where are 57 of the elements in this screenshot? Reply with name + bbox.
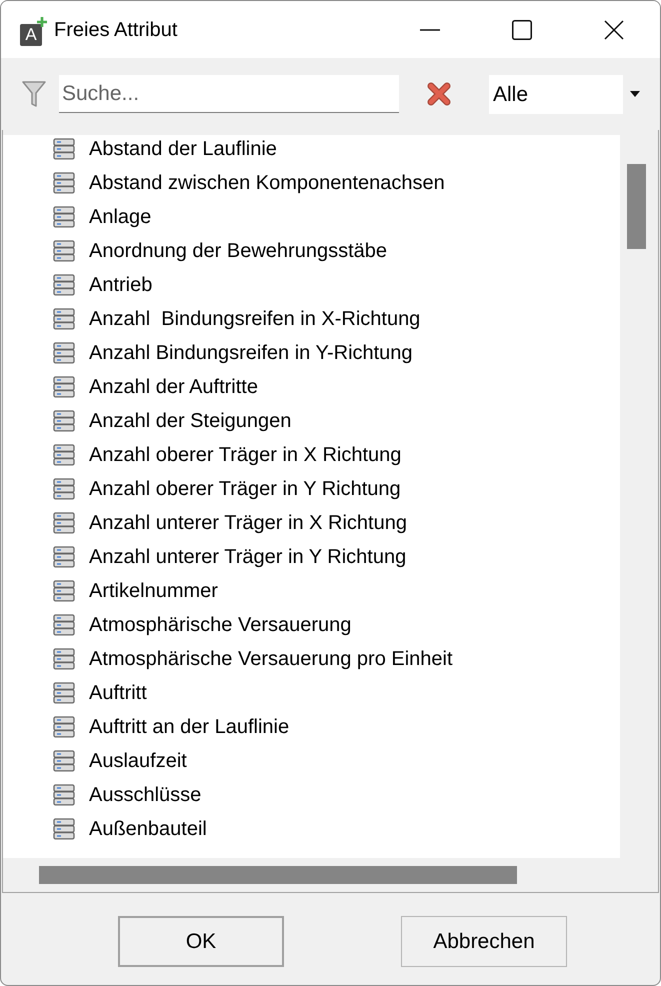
database-icon — [53, 818, 75, 840]
database-icon — [53, 308, 75, 330]
attribute-item[interactable]: Abstand zwischen Komponentenachsen — [89, 168, 445, 198]
attribute-item[interactable]: Anzahl oberer Träger in X Richtung — [89, 440, 402, 470]
clear-icon — [427, 82, 451, 106]
attribute-item[interactable]: Atmosphärische Versauerung pro Einheit — [89, 644, 453, 674]
database-icon — [53, 274, 75, 296]
database-icon — [53, 546, 75, 568]
attribute-item[interactable]: Atmosphärische Versauerung — [89, 610, 352, 640]
app-logo: A — [20, 16, 48, 46]
scrollbar-thumb[interactable] — [39, 866, 517, 884]
attribute-item[interactable]: Ausschlüsse — [89, 780, 202, 810]
attribute-item[interactable]: Anzahl Bindungsreifen in Y-Richtung — [89, 338, 413, 368]
attribute-item[interactable]: Anzahl unterer Träger in Y Richtung — [89, 542, 406, 572]
database-icon — [53, 682, 75, 704]
attribute-item[interactable]: Auslaufzeit — [89, 746, 187, 776]
attribute-item[interactable]: Artikelnummer — [89, 576, 218, 606]
attribute-item[interactable]: Außenbauteil — [89, 814, 207, 844]
database-icon — [53, 750, 75, 772]
database-icon — [53, 138, 75, 160]
database-icon — [53, 444, 75, 466]
database-icon — [53, 512, 75, 534]
dialog-button[interactable]: Abbrechen — [401, 916, 567, 967]
database-icon — [53, 580, 75, 602]
clear-button[interactable] — [426, 81, 452, 107]
attribute-item[interactable]: Anzahl oberer Träger in Y Richtung — [89, 474, 401, 504]
scrollbar-thumb[interactable] — [627, 164, 646, 249]
database-icon — [53, 342, 75, 364]
category-dropdown[interactable]: Alle — [489, 74, 647, 114]
database-icon — [53, 376, 75, 398]
attribute-item[interactable]: Antrieb — [89, 270, 152, 300]
attribute-item[interactable]: Anzahl Bindungsreifen in X-Richtung — [89, 304, 420, 334]
maximize-icon — [512, 20, 532, 40]
dropdown-arrow-icon — [630, 91, 640, 97]
database-icon — [53, 716, 75, 738]
close-icon — [604, 20, 624, 40]
database-icon — [53, 478, 75, 500]
database-icon — [53, 206, 75, 228]
attribute-item[interactable]: Anlage — [89, 202, 152, 232]
database-icon — [53, 784, 75, 806]
attribute-item[interactable]: Anzahl der Auftritte — [89, 372, 258, 402]
attribute-item[interactable]: Anordnung der Bewehrungsstäbe — [89, 236, 387, 266]
minimize-icon — [420, 28, 440, 30]
database-icon — [53, 410, 75, 432]
attribute-item[interactable]: Auftritt — [89, 678, 147, 708]
database-icon — [53, 614, 75, 636]
filter-icon[interactable] — [22, 80, 46, 108]
database-icon — [53, 240, 75, 262]
attribute-item[interactable]: Auftritt an der Lauflinie — [89, 712, 290, 742]
window-title: Freies Attribut — [54, 18, 178, 42]
attribute-item[interactable]: Anzahl der Steigungen — [89, 406, 292, 436]
database-icon — [53, 172, 75, 194]
database-icon — [53, 648, 75, 670]
attribute-item[interactable]: Anzahl unterer Träger in X Richtung — [89, 508, 407, 538]
dialog-button[interactable]: OK — [118, 916, 284, 967]
search-field[interactable]: Suche... — [59, 75, 399, 113]
attribute-item[interactable]: Abstand der Lauflinie — [89, 135, 277, 164]
